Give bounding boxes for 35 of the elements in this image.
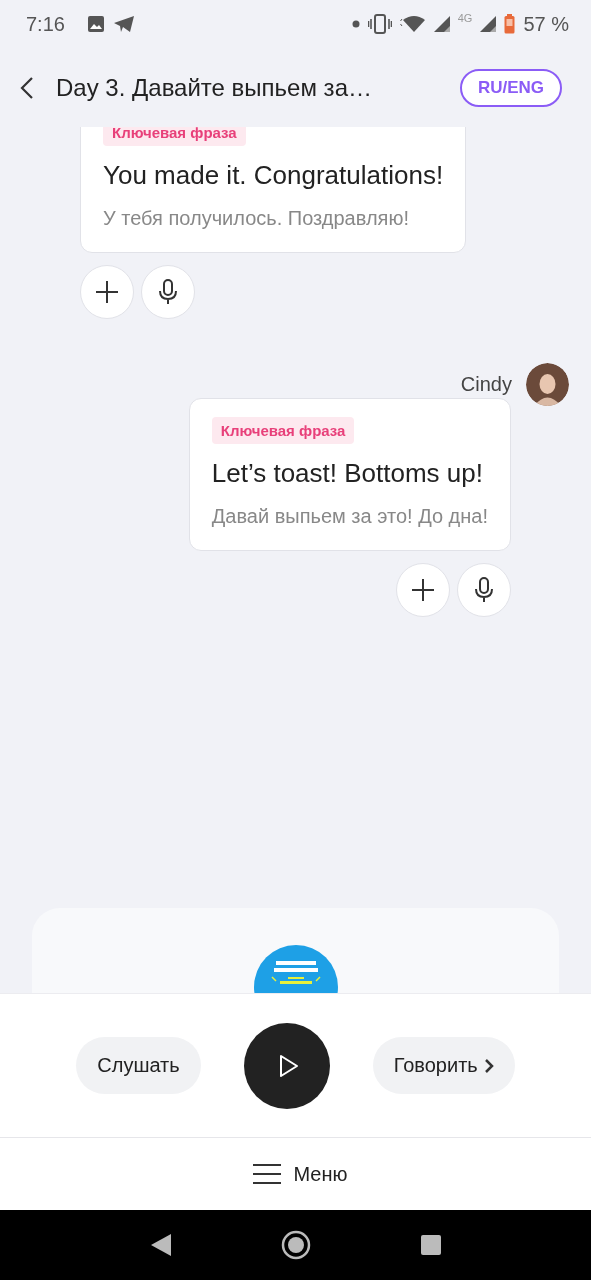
wifi-icon	[399, 15, 426, 33]
translation-text: У тебя получилось. Поздравляю!	[103, 207, 409, 230]
recents-nav-icon[interactable]	[419, 1234, 442, 1256]
paper-plane-icon	[112, 15, 135, 33]
battery-percent: 57 %	[523, 12, 569, 36]
plus-icon	[411, 578, 435, 602]
menu-icon	[253, 1163, 282, 1185]
signal-icon	[480, 16, 497, 32]
key-phrase-tag: Ключевая фраза	[211, 417, 355, 444]
author-name: Cindy	[460, 373, 512, 396]
status-time: 7:16	[26, 12, 65, 36]
microphone-icon	[158, 279, 178, 305]
back-nav-icon[interactable]	[149, 1233, 172, 1257]
phrase-text: Let’s toast! Bottoms up!	[211, 458, 483, 489]
image-icon	[86, 15, 105, 33]
chevron-right-icon	[483, 1057, 494, 1074]
listen-button[interactable]: Слушать	[76, 1037, 201, 1094]
home-nav-icon[interactable]	[280, 1230, 311, 1260]
play-icon	[278, 1053, 299, 1078]
dot-icon	[351, 20, 360, 28]
network-type: 4G	[457, 12, 473, 24]
back-icon[interactable]	[20, 75, 34, 100]
battery-icon	[504, 14, 516, 34]
menu-button[interactable]: Меню	[247, 1161, 354, 1187]
translation-text: Давай выпьем за это! До дна!	[211, 505, 488, 528]
phrase-text: You made it. Congratulations!	[103, 160, 444, 191]
microphone-icon	[474, 577, 494, 603]
plus-icon	[95, 280, 119, 304]
language-button[interactable]: RU/ENG	[459, 68, 562, 107]
speak-button[interactable]: Говорить	[372, 1037, 515, 1094]
vibrate-icon	[367, 14, 392, 34]
avatar	[526, 363, 569, 406]
lesson-title: Day 3. Давайте выпьем за…	[56, 73, 373, 102]
signal-icon	[433, 16, 450, 32]
key-phrase-tag: Ключевая фраза	[103, 127, 246, 146]
